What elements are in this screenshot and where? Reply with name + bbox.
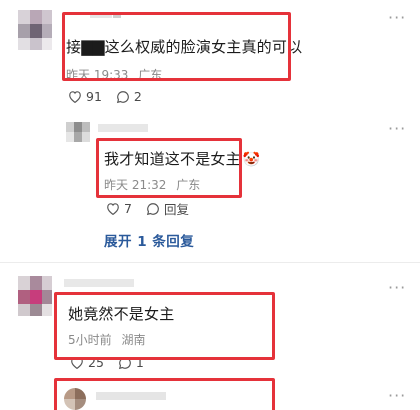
more-options-button[interactable]: ··· — [388, 386, 406, 405]
reply-count: 2 — [133, 89, 142, 104]
comment-icon — [146, 202, 159, 215]
more-options-button[interactable]: ··· — [388, 278, 406, 297]
like-count: 91 — [86, 89, 102, 104]
comment-actions: 91 2 — [68, 89, 156, 104]
avatar[interactable] — [18, 276, 52, 316]
heart-icon — [69, 91, 81, 103]
reply-button[interactable]: 2 — [116, 89, 142, 104]
username-blurred[interactable] — [64, 279, 134, 287]
more-options-button[interactable]: ··· — [388, 119, 406, 138]
reply-button[interactable]: 回复 — [146, 199, 189, 218]
divider — [0, 262, 420, 263]
heart-icon — [107, 203, 119, 215]
avatar[interactable] — [66, 122, 90, 142]
highlight-box — [54, 378, 275, 410]
comment-icon — [116, 90, 129, 103]
expand-replies-link[interactable]: 展开 1 条回复 — [104, 230, 194, 250]
like-button[interactable]: 91 — [68, 89, 102, 104]
reply-label: 回复 — [163, 202, 189, 217]
highlight-box — [96, 138, 242, 198]
like-count: 7 — [124, 201, 132, 216]
comment-actions: 7 回复 — [106, 199, 203, 218]
username-blurred[interactable] — [98, 124, 148, 132]
avatar[interactable] — [18, 10, 52, 50]
more-options-button[interactable]: ··· — [388, 8, 406, 27]
highlight-box — [62, 12, 291, 81]
highlight-box — [54, 292, 275, 360]
clown-emoji-icon: 🤡 — [242, 152, 261, 168]
like-button[interactable]: 7 — [106, 201, 132, 216]
